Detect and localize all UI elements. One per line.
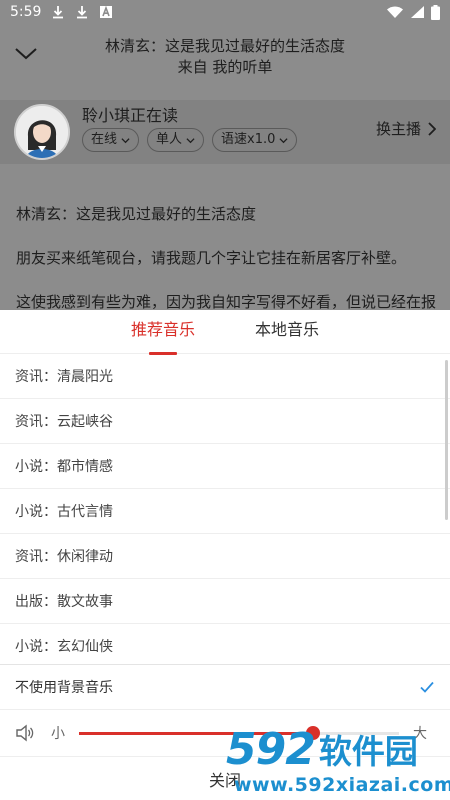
scrollbar[interactable] [445, 360, 448, 520]
background-music-sheet: 推荐音乐 本地音乐 资讯：清晨阳光 资讯：云起峡谷 小说：都市情感 小说：古代言… [0, 310, 450, 800]
status-bar: 5:59 [0, 0, 450, 24]
article-paragraph: 林清玄：这是我见过最好的生活态度 [16, 205, 257, 223]
list-item[interactable]: 资讯：清晨阳光 [0, 354, 450, 399]
avatar [14, 104, 70, 160]
chevron-down-icon [279, 137, 288, 143]
volume-min-label: 小 [51, 726, 65, 742]
article-paragraph: 这使我感到有些为难，因为我自知字写得不好看，但说已经在报 [16, 293, 437, 310]
volume-slider-handle[interactable] [305, 725, 320, 740]
download-icon [53, 6, 64, 19]
no-background-music-option[interactable]: 不使用背景音乐 [0, 664, 450, 710]
tag-label: 单人 [156, 132, 183, 147]
check-icon [420, 681, 434, 693]
music-list: 资讯：清晨阳光 资讯：云起峡谷 小说：都市情感 小说：古代言情 资讯：休闲律动 … [0, 354, 450, 664]
list-item[interactable]: 小说：古代言情 [0, 489, 450, 534]
volume-fill [79, 731, 313, 735]
page-title: 林清玄：这是我见过最好的生活态度 来自 我的听单 [0, 36, 450, 78]
article-paragraph: 朋友买来纸笔砚台，请我题几个字让它挂在新居客厅补壁。 [16, 249, 407, 267]
tab-recommended-music[interactable]: 推荐音乐 [127, 310, 199, 355]
switch-anchor-button[interactable]: 换主播 [376, 118, 436, 139]
tag-label: 语速x1.0 [221, 132, 276, 147]
volume-slider[interactable] [79, 725, 399, 740]
list-item[interactable]: 小说：都市情感 [0, 444, 450, 489]
tag-speed[interactable]: 语速x1.0 [212, 128, 298, 152]
battery-icon [431, 4, 440, 20]
list-item[interactable]: 小说：玄幻仙侠 [0, 624, 450, 664]
switch-anchor-label: 换主播 [375, 120, 421, 138]
volume-row: 小 大 [0, 710, 450, 756]
chevron-down-icon [186, 137, 195, 143]
tag-online[interactable]: 在线 [82, 128, 140, 152]
anchor-card: 聆小琪正在读 在线 单人 语速x1.0 换主播 [0, 100, 450, 164]
a-notification-icon [100, 5, 113, 18]
list-item[interactable]: 资讯：休闲律动 [0, 534, 450, 579]
player-header: 林清玄：这是我见过最好的生活态度 来自 我的听单 [0, 24, 450, 94]
article-text: 林清玄：这是我见过最好的生活态度 朋友买来纸笔砚台，请我题几个字让它挂在新居客厅… [16, 202, 438, 310]
tag-single[interactable]: 单人 [147, 128, 205, 152]
volume-max-label: 大 [413, 726, 427, 742]
download-icon [77, 6, 88, 19]
anchor-tags: 在线 单人 语速x1.0 [82, 128, 298, 152]
signal-icon [411, 6, 424, 18]
tab-local-music[interactable]: 本地音乐 [251, 310, 323, 353]
speaker-icon [16, 724, 34, 742]
no-background-music-label: 不使用背景音乐 [15, 680, 113, 696]
player-background: 林清玄：这是我见过最好的生活态度 来自 我的听单 聆小琪正在读 在线 单人 语速… [0, 24, 450, 310]
close-label: 关闭 [208, 770, 241, 790]
chevron-right-icon [428, 121, 436, 136]
close-button[interactable]: 关闭 [0, 756, 450, 800]
status-time: 5:59 [10, 4, 42, 20]
wifi-icon [387, 6, 403, 18]
tag-label: 在线 [91, 132, 118, 147]
anchor-status: 聆小琪正在读 [82, 106, 179, 125]
chevron-down-icon [121, 137, 130, 143]
list-item[interactable]: 资讯：云起峡谷 [0, 399, 450, 444]
list-item[interactable]: 出版：散文故事 [0, 579, 450, 624]
article-title: 林清玄：这是我见过最好的生活态度 [104, 37, 345, 55]
music-tabs: 推荐音乐 本地音乐 [0, 310, 450, 355]
playlist-source: 来自 我的听单 [177, 58, 273, 76]
